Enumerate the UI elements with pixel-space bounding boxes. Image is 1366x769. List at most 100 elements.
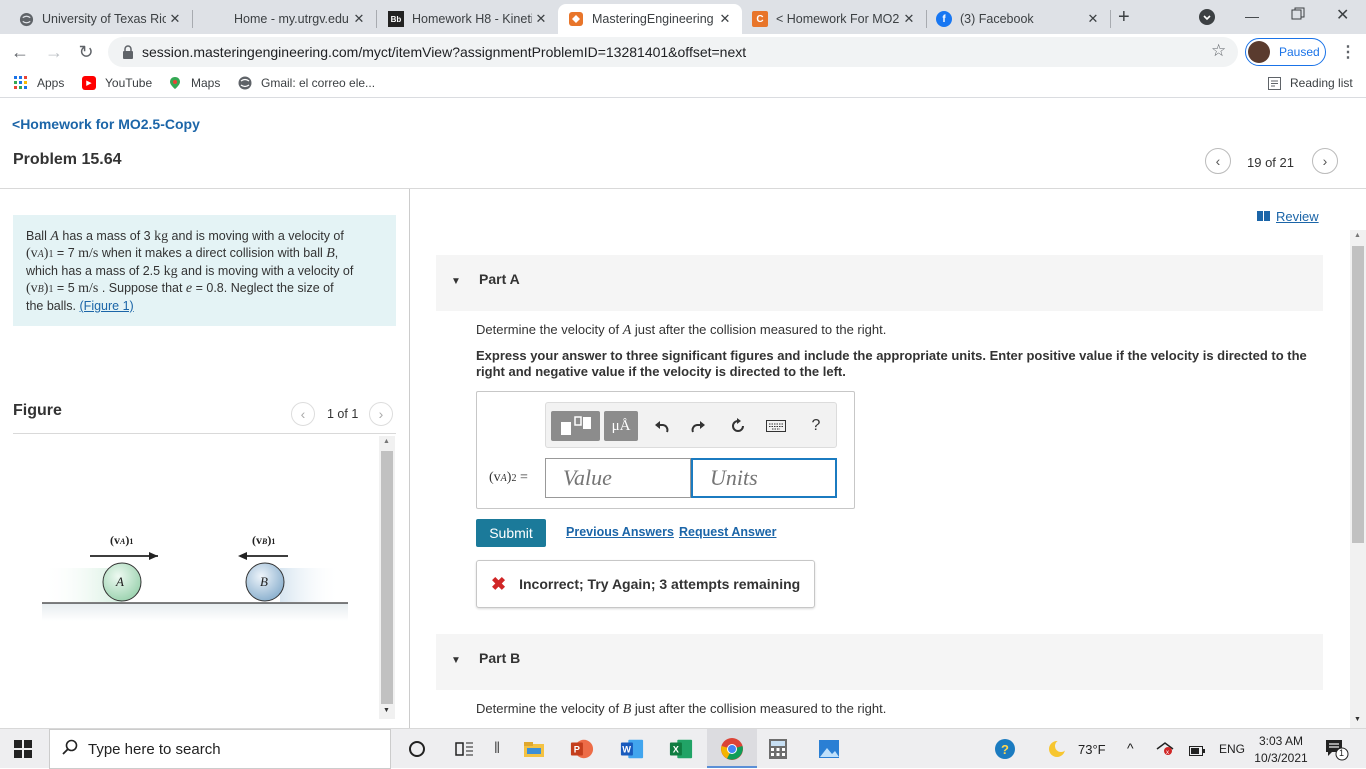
chevron-left-icon: ‹ [1215, 153, 1221, 169]
c-icon: C [752, 11, 768, 27]
figure-next-button[interactable]: › [369, 402, 393, 426]
address-bar[interactable]: session.masteringengineering.com/myct/it… [108, 37, 1238, 67]
network-icon[interactable]: x [1156, 741, 1174, 762]
templates-button[interactable] [551, 411, 600, 441]
clock[interactable]: 3:03 AM 10/3/2021 [1250, 733, 1312, 767]
chevron-right-icon: › [1322, 153, 1328, 169]
tab-search-icon[interactable] [1199, 9, 1215, 25]
bookmark-maps[interactable]: Maps [168, 76, 220, 90]
tab-blackboard[interactable]: Bb Homework H8 - Kineti ✕ [378, 4, 558, 34]
task-view-icon[interactable] [453, 737, 477, 761]
reload-icon[interactable]: ↻ [74, 40, 98, 64]
tab-strip: University of Texas Rio ✕ Home - my.utrg… [0, 0, 1366, 34]
previous-answers-link[interactable]: Previous Answers [566, 525, 674, 539]
window-close-icon[interactable]: ✕ [1336, 5, 1349, 25]
close-icon[interactable]: ✕ [350, 11, 368, 27]
pause-bars-icon[interactable]: ‖ [485, 737, 509, 761]
reset-icon[interactable] [726, 411, 750, 441]
taskbar-search[interactable]: Type here to search [49, 729, 391, 769]
browser-toolbar: ← → ↻ session.masteringengineering.com/m… [0, 34, 1366, 70]
answer-box: μÅ ? (vA)2 = [476, 391, 855, 509]
figure-scrollbar[interactable]: ▲ ▼ [379, 436, 395, 719]
scrollbar-thumb[interactable] [381, 451, 393, 704]
tab-facebook[interactable]: f (3) Facebook ✕ [926, 4, 1110, 34]
star-icon[interactable]: ☆ [1211, 41, 1226, 61]
chrome-taskbar-button[interactable] [707, 729, 757, 768]
forward-arrow-icon[interactable]: → [42, 40, 66, 64]
back-arrow-icon[interactable]: ← [8, 40, 32, 64]
submit-button[interactable]: Submit [476, 519, 546, 547]
file-explorer-icon[interactable] [522, 737, 546, 761]
avatar [1248, 41, 1270, 63]
reading-list[interactable]: Reading list [1267, 76, 1353, 90]
redo-icon[interactable] [686, 411, 710, 441]
help-assistant-icon[interactable]: ? [993, 737, 1017, 761]
main-scrollbar[interactable]: ▲ ▼ [1350, 230, 1366, 728]
tab-mastering[interactable]: MasteringEngineering ✕ [558, 4, 742, 34]
excel-icon[interactable]: X [669, 737, 693, 761]
scroll-up-icon[interactable]: ▲ [1354, 232, 1361, 239]
bookmark-youtube[interactable]: ▶ YouTube [82, 76, 152, 90]
reading-list-icon [1267, 76, 1281, 90]
request-answer-link[interactable]: Request Answer [679, 525, 776, 539]
bookmark-apps[interactable]: Apps [14, 76, 64, 90]
maps-icon [168, 76, 182, 90]
lock-icon[interactable] [122, 45, 134, 64]
temperature: 73°F [1078, 742, 1106, 757]
restore-icon[interactable] [1291, 7, 1305, 26]
part-b-header[interactable]: ▼ Part B [436, 634, 1323, 690]
language-indicator[interactable]: ENG [1219, 742, 1245, 756]
back-to-assignment-link[interactable]: <Homework for MO2.5-Copy [12, 116, 200, 132]
chevron-up-icon[interactable]: ^ [1127, 740, 1134, 756]
profile-button[interactable]: Paused [1245, 38, 1326, 66]
next-problem-button[interactable]: › [1312, 148, 1338, 174]
powerpoint-icon[interactable]: P [570, 737, 594, 761]
menu-dots-icon[interactable]: ⋮ [1340, 42, 1356, 62]
reading-list-label: Reading list [1290, 76, 1353, 90]
review-label: Review [1276, 209, 1319, 224]
tab-myutrgv[interactable]: Home - my.utrgv.edu ✕ [200, 4, 376, 34]
close-icon[interactable]: ✕ [166, 11, 184, 27]
photos-icon[interactable] [817, 737, 841, 761]
book-icon [1257, 209, 1270, 224]
units-input[interactable] [691, 458, 837, 498]
bookmark-gmail[interactable]: Gmail: el correo ele... [238, 76, 375, 90]
windows-start-icon[interactable] [14, 740, 32, 763]
help-button[interactable]: ? [804, 411, 828, 441]
mastering-icon [568, 11, 584, 27]
tab-homework-c[interactable]: C < Homework For MO2 ✕ [742, 4, 926, 34]
units-symbol-button[interactable]: μÅ [604, 411, 638, 441]
url-text[interactable]: session.masteringengineering.com/myct/it… [142, 44, 746, 60]
divider [409, 189, 410, 729]
minimize-icon[interactable]: — [1245, 8, 1259, 24]
new-tab-icon[interactable]: + [1118, 6, 1130, 29]
scroll-up-icon[interactable]: ▲ [383, 438, 390, 445]
calculator-icon[interactable] [766, 737, 790, 761]
weather-moon-icon[interactable] [1047, 739, 1067, 764]
review-link[interactable]: Review [1257, 209, 1319, 224]
scrollbar-thumb[interactable] [1352, 246, 1364, 543]
figure-link[interactable]: (Figure 1) [80, 299, 134, 313]
previous-problem-button[interactable]: ‹ [1205, 148, 1231, 174]
answer-variable-label: (vA)2 = [489, 470, 528, 485]
part-a-header[interactable]: ▼ Part A [436, 255, 1323, 311]
notifications-icon[interactable]: 1 [1325, 739, 1349, 766]
value-input[interactable] [545, 458, 691, 498]
taskbar: Type here to search ‖ P W X ? 73°F ^ x E… [0, 728, 1366, 769]
svg-text:W: W [622, 745, 631, 755]
cortana-icon[interactable] [405, 737, 429, 761]
scroll-down-icon[interactable]: ▼ [1354, 716, 1361, 723]
close-icon[interactable]: ✕ [1084, 11, 1102, 27]
figure-prev-button[interactable]: ‹ [291, 402, 315, 426]
close-icon[interactable]: ✕ [716, 11, 734, 27]
tab-utrgv[interactable]: University of Texas Rio ✕ [8, 4, 192, 34]
word-icon[interactable]: W [620, 737, 644, 761]
undo-icon[interactable] [650, 411, 674, 441]
keyboard-icon[interactable] [764, 411, 788, 441]
scroll-down-icon[interactable]: ▼ [383, 707, 390, 714]
bookmarks-bar: Apps ▶ YouTube Maps Gmail: el correo ele… [0, 70, 1366, 98]
part-a-question: Determine the velocity of A just after t… [476, 322, 887, 338]
battery-icon[interactable] [1189, 743, 1205, 761]
close-icon[interactable]: ✕ [532, 11, 550, 27]
close-icon[interactable]: ✕ [900, 11, 918, 27]
